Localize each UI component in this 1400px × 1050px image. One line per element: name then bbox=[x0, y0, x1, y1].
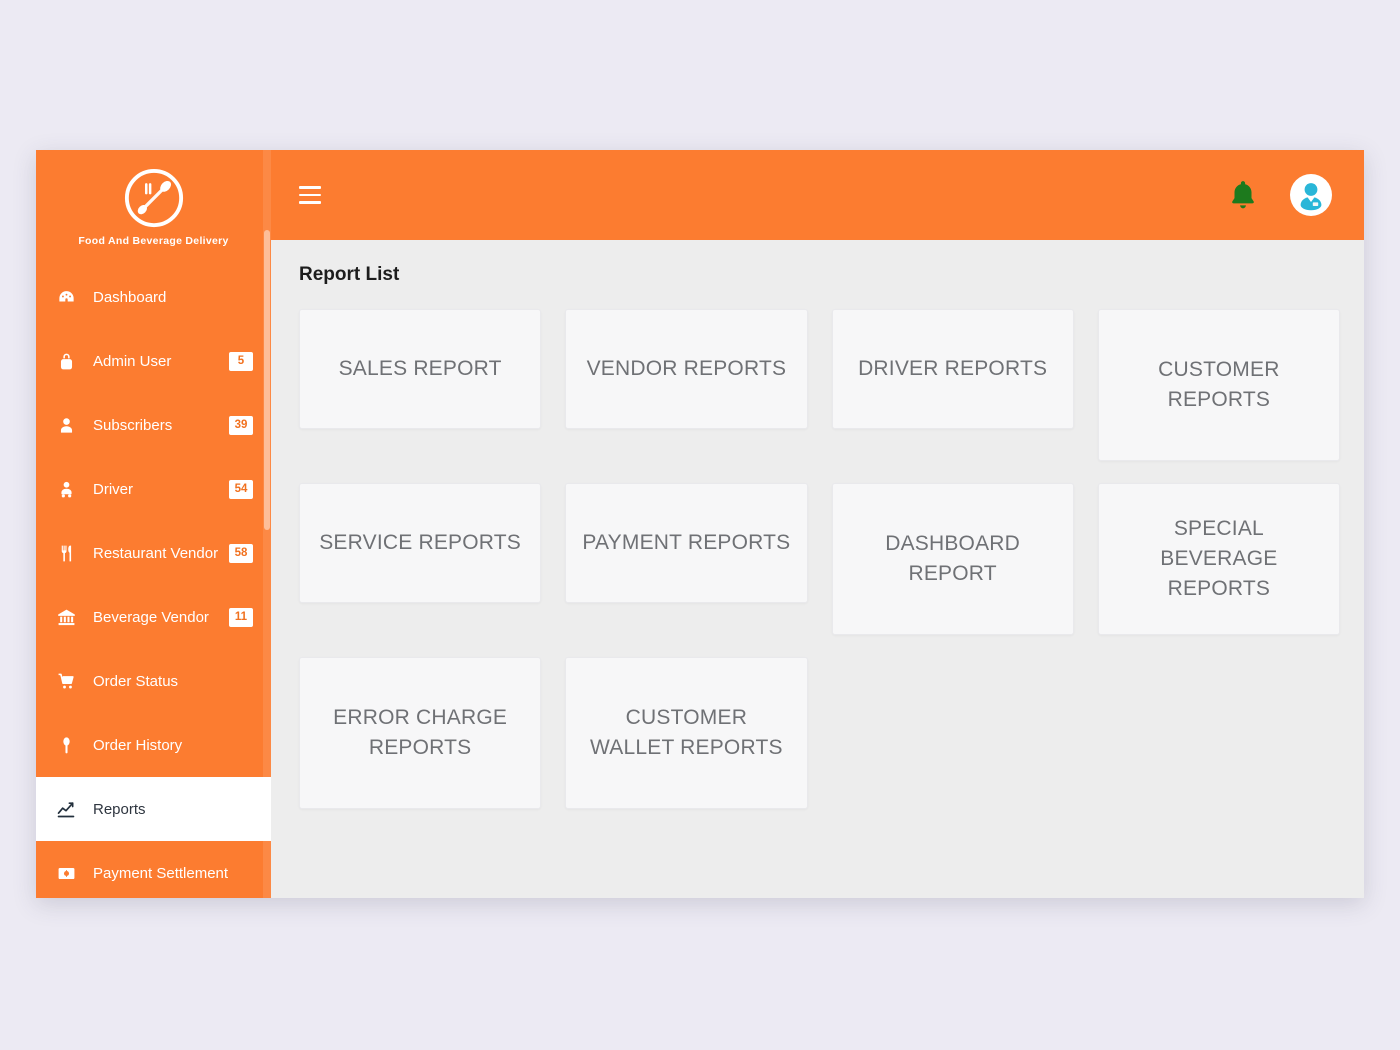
report-card-error-charge-reports[interactable]: ERROR CHARGE REPORTS bbox=[299, 657, 542, 809]
report-card-payment-reports[interactable]: PAYMENT REPORTS bbox=[565, 483, 808, 603]
sidebar-item-order-history[interactable]: Order History bbox=[36, 713, 271, 777]
sidebar-item-subscribers[interactable]: Subscribers 39 bbox=[36, 393, 271, 457]
sidebar-item-admin-user[interactable]: Admin User 5 bbox=[36, 329, 271, 393]
sidebar-item-payment-settlement[interactable]: Payment Settlement bbox=[36, 841, 271, 898]
sidebar-item-reports[interactable]: Reports bbox=[36, 777, 271, 841]
spoon-icon bbox=[53, 734, 79, 756]
topbar-actions bbox=[1226, 174, 1332, 216]
user-avatar-icon[interactable] bbox=[1290, 174, 1332, 216]
sidebar-item-label: Reports bbox=[93, 800, 146, 818]
sidebar-item-label: Order Status bbox=[93, 672, 179, 690]
sidebar-item-dashboard[interactable]: Dashboard bbox=[36, 265, 271, 329]
sidebar-item-label: Order History bbox=[93, 736, 183, 754]
report-card-sales-report[interactable]: SALES REPORT bbox=[299, 309, 542, 429]
sidebar-badge: 11 bbox=[229, 607, 253, 627]
sidebar-item-label: Restaurant Vendor bbox=[93, 544, 219, 562]
report-card-customer-reports[interactable]: CUSTOMER REPORTS bbox=[1097, 309, 1340, 461]
report-card-driver-reports[interactable]: DRIVER REPORTS bbox=[831, 309, 1074, 429]
report-card-service-reports[interactable]: SERVICE REPORTS bbox=[299, 483, 542, 603]
app-window: Food And Beverage Delivery Dashboard Adm… bbox=[36, 150, 1364, 898]
bell-icon[interactable] bbox=[1226, 177, 1260, 213]
driver-icon bbox=[53, 478, 79, 500]
sidebar-item-label: Payment Settlement bbox=[93, 864, 229, 882]
sidebar-badge: 39 bbox=[229, 415, 253, 435]
content-area: Report List SALES REPORT VENDOR REPORTS … bbox=[271, 150, 1364, 898]
sidebar-badge: 5 bbox=[229, 351, 253, 371]
sidebar-badge: 54 bbox=[229, 479, 253, 499]
report-card-special-beverage-reports[interactable]: SPECIAL BEVERAGE REPORTS bbox=[1097, 483, 1340, 635]
sidebar-nav: Dashboard Admin User 5 Subscribers 39 Dr… bbox=[36, 265, 271, 898]
money-bill-icon bbox=[53, 862, 79, 884]
sidebar-badge: 58 bbox=[229, 543, 253, 563]
bank-icon bbox=[53, 606, 79, 628]
page-title: Report List bbox=[299, 264, 400, 285]
report-card-customer-wallet-reports[interactable]: CUSTOMER WALLET REPORTS bbox=[565, 657, 808, 809]
report-card-dashboard-report[interactable]: DASHBOARD REPORT bbox=[831, 483, 1074, 635]
sidebar-item-label: Driver bbox=[93, 480, 133, 498]
sidebar-item-restaurant-vendor[interactable]: Restaurant Vendor 58 bbox=[36, 521, 271, 585]
chart-line-icon bbox=[53, 798, 79, 820]
report-card-vendor-reports[interactable]: VENDOR REPORTS bbox=[565, 309, 808, 429]
sidebar-item-order-status[interactable]: Order Status bbox=[36, 649, 271, 713]
report-card-grid: SALES REPORT VENDOR REPORTS DRIVER REPOR… bbox=[283, 286, 1356, 809]
hamburger-icon[interactable] bbox=[299, 186, 321, 204]
page-body: Report List SALES REPORT VENDOR REPORTS … bbox=[283, 240, 1356, 898]
brand[interactable]: Food And Beverage Delivery bbox=[36, 150, 271, 247]
sidebar-item-label: Dashboard bbox=[93, 288, 167, 306]
sidebar-item-beverage-vendor[interactable]: Beverage Vendor 11 bbox=[36, 585, 271, 649]
fork-spoon-circle-logo bbox=[124, 168, 183, 228]
fork-knife-icon bbox=[53, 542, 79, 564]
sidebar: Food And Beverage Delivery Dashboard Adm… bbox=[36, 150, 271, 898]
user-icon bbox=[53, 414, 79, 436]
dashboard-gauge-icon bbox=[53, 286, 79, 308]
sidebar-scrollbar-thumb[interactable] bbox=[264, 230, 270, 530]
user-lock-icon bbox=[53, 350, 79, 372]
sidebar-item-driver[interactable]: Driver 54 bbox=[36, 457, 271, 521]
topbar bbox=[271, 150, 1364, 240]
brand-title: Food And Beverage Delivery bbox=[78, 235, 229, 247]
sidebar-item-label: Admin User bbox=[93, 352, 172, 370]
shopping-cart-icon bbox=[53, 670, 79, 692]
sidebar-item-label: Beverage Vendor bbox=[93, 608, 209, 626]
sidebar-scrollbar[interactable] bbox=[263, 150, 271, 898]
sidebar-item-label: Subscribers bbox=[93, 416, 173, 434]
